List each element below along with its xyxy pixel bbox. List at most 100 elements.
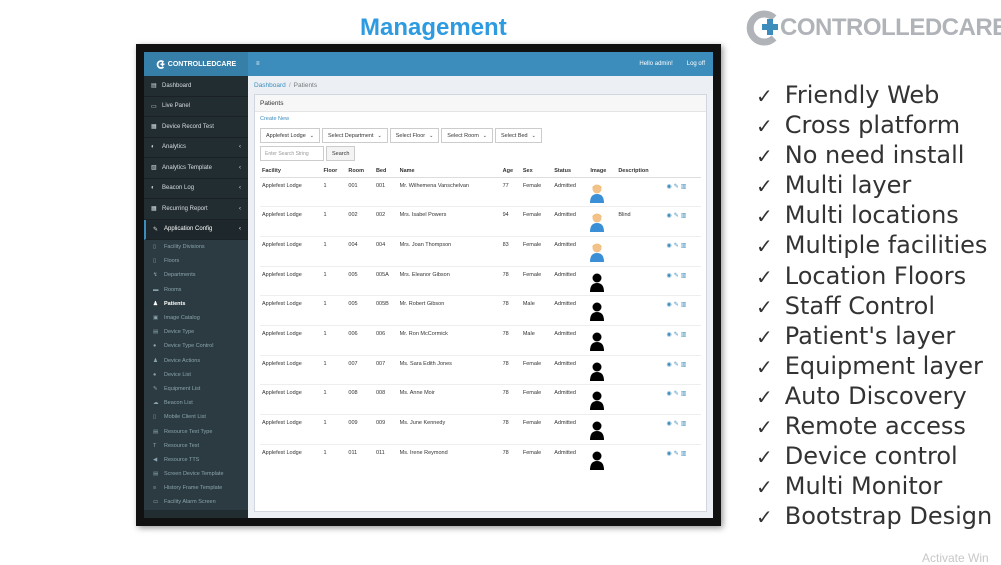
panel-title: Patients	[255, 95, 706, 112]
trash-icon[interactable]: ▥	[681, 243, 689, 249]
view-icon[interactable]: ◉	[666, 302, 673, 308]
trash-icon[interactable]: ▥	[681, 391, 689, 397]
feature-item: ✓ Location Floors	[756, 261, 992, 291]
user-greeting[interactable]: Hello admin!	[639, 61, 672, 67]
app-topbar: CONTROLLEDCARE ≡ Hello admin! Log off	[144, 52, 713, 76]
sidebar-subitem[interactable]: ✎ Equipment List	[144, 381, 248, 397]
cell-description	[616, 295, 665, 326]
cell-floor: 1	[321, 176, 347, 207]
filter-select-value: Select Room	[447, 132, 479, 139]
column-header: Sex	[520, 165, 553, 178]
sidebar-subitem[interactable]: ◀ Resource TTS	[144, 452, 248, 467]
sidebar-item[interactable]: ▦ Recurring Report ‹	[144, 199, 248, 220]
filter-select[interactable]: Select Department ⌄	[321, 128, 388, 143]
cell-status: Admitted	[552, 443, 589, 474]
slide-title: Management	[360, 14, 507, 41]
sidebar-subitem[interactable]: ● Device List	[144, 367, 248, 382]
sidebar-subitem[interactable]: ▯ Floors	[144, 254, 248, 269]
sidebar-subitem[interactable]: ♟ Device Actions	[144, 353, 248, 368]
view-icon[interactable]: ◉	[666, 451, 673, 457]
view-icon[interactable]: ◉	[666, 184, 673, 190]
cell-floor: 1	[321, 295, 347, 326]
sidebar-subitem[interactable]: ▯ Facility Divisions	[144, 240, 248, 255]
chevron-down-icon: ⌄	[531, 132, 536, 139]
logout-link[interactable]: Log off	[687, 61, 705, 67]
hamburger-menu-icon[interactable]: ≡	[256, 61, 260, 67]
cell-sex: Female	[520, 384, 553, 415]
brand-word-1: CONTROLLED	[780, 14, 942, 41]
cell-name: Ms. Anne Moir	[397, 384, 501, 415]
sidebar-subitem-icon: ▣	[153, 315, 159, 322]
cell-bed: 001	[373, 176, 398, 207]
view-icon[interactable]: ◉	[666, 391, 673, 397]
create-new-link[interactable]: Create New	[260, 116, 701, 126]
trash-icon[interactable]: ▥	[681, 273, 689, 279]
edit-icon[interactable]: ✎	[674, 451, 681, 457]
table-row: Applefest Lodge 1 005 005B Mr. Robert Gibson…	[260, 295, 701, 326]
feature-label: Cross platform	[784, 111, 961, 140]
edit-icon[interactable]: ✎	[674, 184, 681, 190]
sidebar-item[interactable]: ▧ Analytics Template ‹	[144, 158, 248, 179]
sidebar-subitem[interactable]: ▯ Mobile Client List	[144, 410, 248, 425]
cell-bed: 008	[373, 384, 398, 415]
cell-bed: 007	[373, 354, 398, 385]
edit-icon[interactable]: ✎	[674, 302, 681, 308]
view-icon[interactable]: ◉	[666, 243, 673, 249]
filter-select[interactable]: Select Floor ⌄	[389, 128, 440, 143]
sidebar-item[interactable]: ✎ Application Config ‹	[144, 219, 248, 240]
view-icon[interactable]: ◉	[666, 273, 673, 279]
sidebar-subitem[interactable]: ☁ Beacon List	[144, 396, 248, 411]
edit-icon[interactable]: ✎	[674, 421, 681, 427]
sidebar-item[interactable]: ▦ Device Record Test	[144, 117, 248, 138]
sidebar-subitem[interactable]: ▤ Device Type	[144, 325, 248, 340]
checkmark-icon: ✓	[756, 264, 773, 289]
trash-icon[interactable]: ▥	[681, 451, 689, 457]
cell-sex: Female	[520, 235, 553, 267]
sidebar-subitem[interactable]: ♟ Patients	[144, 296, 248, 311]
sidebar-item-label: Recurring Report	[162, 205, 208, 212]
app-logo[interactable]: CONTROLLEDCARE	[144, 52, 248, 76]
cell-age: 78	[500, 324, 521, 356]
trash-icon[interactable]: ▥	[681, 213, 689, 219]
trash-icon[interactable]: ▥	[681, 184, 689, 190]
edit-icon[interactable]: ✎	[674, 362, 681, 368]
sidebar-item[interactable]: ◐ Analytics ‹	[144, 138, 248, 158]
sidebar-subitem[interactable]: ● Device Type Control	[144, 339, 248, 354]
edit-icon[interactable]: ✎	[674, 273, 681, 279]
trash-icon[interactable]: ▥	[681, 421, 689, 427]
sidebar-subitem[interactable]: ▭ Facility Alarm Screen	[144, 495, 248, 510]
sidebar-subitem[interactable]: ↯ Departments	[144, 268, 248, 283]
filter-select[interactable]: Select Bed ⌄	[495, 128, 542, 143]
sidebar-subitem[interactable]: ≡ History Frame Template	[144, 481, 248, 496]
sidebar-subitem[interactable]: ▤ Screen Device Template	[144, 467, 248, 482]
cell-status: Admitted	[552, 206, 589, 237]
sidebar-subitem[interactable]: ▣ Image Catalog	[144, 310, 248, 326]
search-input[interactable]: Enter Search String	[260, 146, 324, 161]
edit-icon[interactable]: ✎	[674, 243, 681, 249]
cell-bed: 004	[373, 235, 398, 267]
sidebar-item[interactable]: ◐ Beacon Log ‹	[144, 179, 248, 199]
trash-icon[interactable]: ▥	[681, 362, 689, 368]
trash-icon[interactable]: ▥	[681, 332, 689, 338]
cell-facility: Applefest Lodge	[260, 206, 322, 237]
filter-select[interactable]: Applefest Lodge ⌄	[260, 128, 320, 143]
sidebar-subitem[interactable]: ▤ Resource Text Type	[144, 424, 248, 439]
view-icon[interactable]: ◉	[666, 362, 673, 368]
sidebar-subitem[interactable]: ▬ Rooms	[144, 282, 248, 297]
view-icon[interactable]: ◉	[666, 213, 673, 219]
breadcrumb-home[interactable]: Dashboard	[254, 82, 286, 89]
view-icon[interactable]: ◉	[666, 421, 673, 427]
search-button[interactable]: Search	[326, 146, 356, 161]
edit-icon[interactable]: ✎	[674, 213, 681, 219]
filter-select[interactable]: Select Room ⌄	[441, 128, 493, 143]
edit-icon[interactable]: ✎	[674, 332, 681, 338]
sidebar-item[interactable]: ▤ Dashboard	[144, 76, 248, 97]
cell-status: Admitted	[552, 324, 589, 356]
edit-icon[interactable]: ✎	[674, 391, 681, 397]
sidebar-subitem[interactable]: T Resource Text	[144, 438, 248, 453]
breadcrumb: Dashboard / Patients	[254, 81, 318, 89]
trash-icon[interactable]: ▥	[681, 302, 689, 308]
view-icon[interactable]: ◉	[666, 332, 673, 338]
person-silhouette-icon	[590, 331, 605, 351]
sidebar-item[interactable]: ▭ Live Panel	[144, 97, 248, 117]
